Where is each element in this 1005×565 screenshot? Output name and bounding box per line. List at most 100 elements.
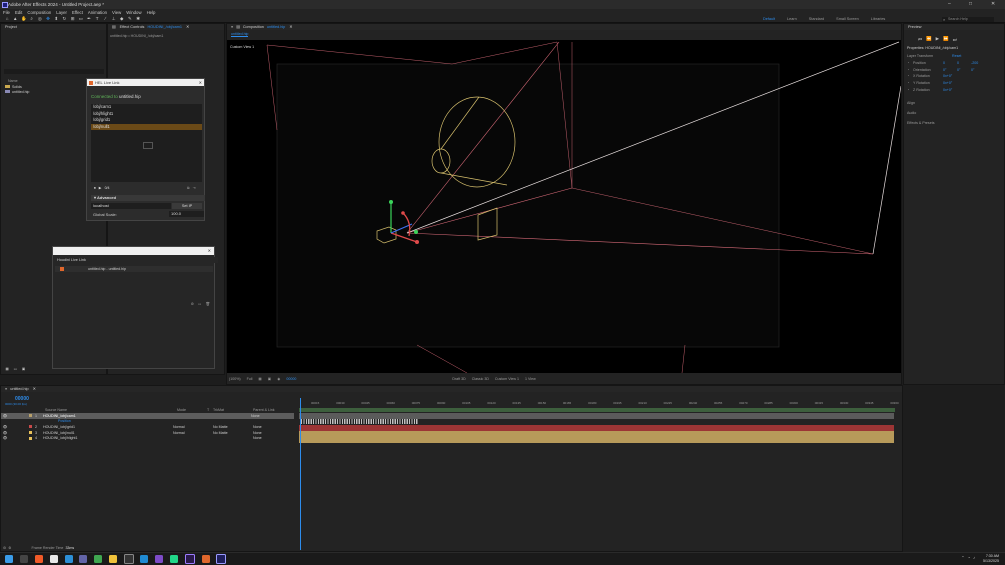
trkmat-dropdown[interactable]: No Matte xyxy=(213,425,253,429)
folder-icon[interactable]: ▭ xyxy=(198,302,201,306)
settings-icon[interactable]: ⚙ xyxy=(191,302,194,306)
host-input[interactable]: localhost xyxy=(91,203,171,209)
rect-icon[interactable]: ▭ xyxy=(78,16,83,21)
align-section[interactable]: Align xyxy=(907,101,915,105)
maximize-button[interactable]: □ xyxy=(969,1,972,7)
vs-icon[interactable] xyxy=(155,555,164,563)
column-source-name[interactable]: Source Name xyxy=(45,408,177,412)
play-icon[interactable]: ▶ xyxy=(936,36,939,42)
position-x[interactable]: 0 xyxy=(943,61,957,65)
new-folder-icon[interactable]: ▭ xyxy=(13,367,18,372)
dialog-close-button[interactable]: ✕ xyxy=(199,79,202,86)
orientation-y[interactable]: 0° xyxy=(957,68,971,72)
pycharm-icon[interactable] xyxy=(169,555,178,563)
clock[interactable]: 7:30 AM 5/13/2025 xyxy=(983,554,999,563)
zoom-dropdown[interactable]: (100%) xyxy=(229,377,241,381)
list-item[interactable]: /obj/cam1 xyxy=(91,104,202,111)
parent-dropdown[interactable]: None xyxy=(251,414,260,418)
rotate-icon[interactable]: ↻ xyxy=(62,16,67,21)
timeline-tab[interactable]: ≡ untitled.hip ✕ xyxy=(1,386,902,392)
first-frame-icon[interactable]: ⏮ xyxy=(918,37,922,42)
dialog-titlebar[interactable]: HEL Live Link ✕ xyxy=(87,79,204,86)
playhead[interactable] xyxy=(300,398,301,550)
menu-view[interactable]: View xyxy=(112,10,121,15)
views-count-dropdown[interactable]: 1 View xyxy=(525,377,536,381)
track-bar-null1[interactable] xyxy=(299,431,894,437)
menu-help[interactable]: Help xyxy=(147,10,156,15)
volume-icon[interactable]: ♪ xyxy=(973,555,975,560)
project-search-input[interactable] xyxy=(4,69,104,74)
files-icon[interactable] xyxy=(108,555,117,563)
menu-animation[interactable]: Animation xyxy=(88,10,107,15)
layer-row-null1[interactable]: 👁 3 HOUDINI_/obj/null1 Normal No Matte N… xyxy=(1,430,294,436)
close-icon[interactable]: ✕ xyxy=(33,386,36,392)
classic3d-label[interactable]: Classic 3D xyxy=(472,377,489,381)
camera-snapshot-icon[interactable]: ◉ xyxy=(277,377,280,381)
work-area-bar[interactable] xyxy=(299,408,895,412)
minimize-button[interactable]: – xyxy=(948,1,951,7)
z-rotation-value[interactable]: 0x+0° xyxy=(943,88,952,92)
zoom-icon[interactable]: ⌕ xyxy=(29,16,34,21)
view-dropdown[interactable]: Custom View 1 xyxy=(495,377,519,381)
windows-icon[interactable] xyxy=(5,555,14,563)
column-mode[interactable]: Mode xyxy=(177,408,207,412)
search-icon[interactable] xyxy=(20,555,29,563)
chevron-up-icon[interactable]: ⌃ xyxy=(961,555,964,560)
close-button[interactable]: ✕ xyxy=(991,1,995,7)
project-column-name[interactable]: Name xyxy=(8,79,18,83)
reset-link[interactable]: Reset xyxy=(952,54,961,58)
teams-icon[interactable] xyxy=(79,555,88,563)
visibility-icon[interactable]: 👁 xyxy=(1,431,9,435)
track-bar-grid1[interactable] xyxy=(299,425,894,431)
parent-dropdown[interactable]: None xyxy=(253,436,262,440)
home-icon[interactable]: ⌂ xyxy=(5,16,10,21)
select-icon[interactable]: ▲ xyxy=(13,16,18,21)
toggle-modes-icon[interactable]: ⚙ xyxy=(8,546,11,550)
mode-dropdown[interactable]: Normal xyxy=(173,431,213,435)
orientation-x[interactable]: 0° xyxy=(943,68,957,72)
workspace-small-screen[interactable]: Small Screen xyxy=(836,17,859,21)
list-item[interactable]: /obj/grid1 xyxy=(91,117,202,124)
text-icon[interactable]: T xyxy=(95,16,100,21)
live-link-entry[interactable]: untitled.hip - untitled.hip xyxy=(55,266,213,272)
clone-icon[interactable]: ⊥ xyxy=(111,16,116,21)
dolly-icon[interactable]: ⬍ xyxy=(54,16,59,21)
track-bar-hlight1[interactable] xyxy=(299,437,894,443)
orientation-z[interactable]: 0° xyxy=(971,68,985,72)
search-help-field[interactable]: ⌕ Search Help xyxy=(942,16,994,22)
close-icon[interactable]: ✕ xyxy=(186,24,189,30)
eraser-icon[interactable]: ◆ xyxy=(119,16,124,21)
network-icon[interactable]: ◔ xyxy=(968,555,970,560)
workspace-default[interactable]: Default xyxy=(763,17,775,21)
workspace-standard[interactable]: Standard xyxy=(809,17,824,21)
comp-timecode[interactable]: 00000 xyxy=(286,377,296,381)
y-rotation-value[interactable]: 0x+0° xyxy=(943,81,952,85)
mode-dropdown[interactable]: Normal xyxy=(173,425,213,429)
menu-effect[interactable]: Effect xyxy=(72,10,83,15)
vscode-icon[interactable] xyxy=(140,555,149,563)
interpret-footage-icon[interactable]: ▦ xyxy=(5,367,10,372)
edge-icon[interactable] xyxy=(64,555,73,563)
visibility-icon[interactable]: 👁 xyxy=(1,425,9,429)
list-item[interactable]: /obj/hlight1 xyxy=(91,111,202,118)
parent-dropdown[interactable]: None xyxy=(253,425,262,429)
close-icon[interactable]: ✕ xyxy=(289,24,292,30)
roto-icon[interactable]: ✎ xyxy=(127,16,132,21)
position-y[interactable]: 0 xyxy=(957,61,971,65)
terminal-icon[interactable] xyxy=(123,554,134,564)
global-scale-input[interactable]: 100.0 xyxy=(169,211,204,217)
panel-titlebar[interactable]: ✕ xyxy=(53,247,214,255)
effect-controls-tab[interactable]: ▤ Effect Controls HOUDINI_/obj/cam1 ✕ xyxy=(108,24,224,30)
layer-row-hlight1[interactable]: 👁 4 HOUDINI_/obj/hlight1 None xyxy=(1,435,294,441)
aftereffects-icon[interactable] xyxy=(216,554,227,564)
prev-frame-icon[interactable]: ⏪ xyxy=(926,36,932,42)
store-icon[interactable] xyxy=(49,555,58,563)
menu-composition[interactable]: Composition xyxy=(27,10,51,15)
pan-behind-icon[interactable]: ⊞ xyxy=(70,16,75,21)
premiere-icon[interactable] xyxy=(184,554,195,564)
export-icon[interactable]: ⇥ xyxy=(193,186,196,190)
timeline-track-area[interactable]: 00015 00030 00045 00060 00075 00090 00105 00120… xyxy=(299,398,899,550)
trkmat-dropdown[interactable]: No Matte xyxy=(213,431,253,435)
toggle-switches-icon[interactable]: ⚙ xyxy=(3,546,6,550)
layer-row-grid1[interactable]: 👁 2 HOUDINI_/obj/grid1 Normal No Matte N… xyxy=(1,424,294,430)
